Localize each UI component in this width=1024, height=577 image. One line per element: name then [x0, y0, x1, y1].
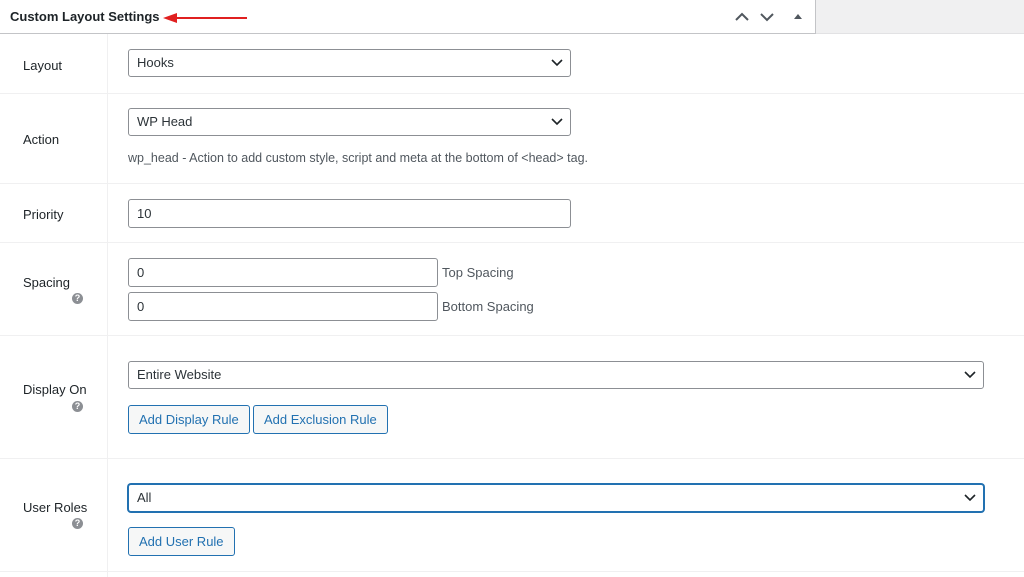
- toggle-panel-button[interactable]: [789, 8, 807, 26]
- help-icon[interactable]: ?: [72, 518, 83, 529]
- layout-select[interactable]: Hooks: [128, 49, 571, 77]
- help-icon[interactable]: ?: [72, 293, 83, 304]
- top-spacing-label: Top Spacing: [442, 265, 514, 280]
- chevron-up-icon: [735, 12, 749, 21]
- action-description: wp_head - Action to add custom style, sc…: [128, 151, 588, 165]
- row-layout: Layout Hooks: [0, 34, 1024, 94]
- top-spacing-value: 0: [137, 265, 145, 280]
- spacing-label: Spacing: [23, 275, 70, 290]
- layout-label: Layout: [23, 58, 63, 73]
- chevron-down-icon: [964, 494, 976, 502]
- action-label: Action: [23, 132, 60, 147]
- row-display-on: Display On ? Entire Website Add Display …: [0, 336, 1024, 459]
- add-display-rule-button[interactable]: Add Display Rule: [128, 405, 250, 434]
- user-roles-value: All: [137, 490, 152, 505]
- bottom-spacing-value: 0: [137, 299, 145, 314]
- layout-select-value: Hooks: [137, 55, 174, 70]
- help-icon[interactable]: ?: [72, 401, 83, 412]
- add-user-rule-button[interactable]: Add User Rule: [128, 527, 235, 556]
- header-gutter: [816, 0, 1024, 34]
- chevron-down-icon: [551, 59, 563, 67]
- chevron-down-icon: [760, 13, 774, 22]
- priority-input[interactable]: 10: [128, 199, 571, 228]
- action-select[interactable]: WP Head: [128, 108, 571, 136]
- user-roles-select[interactable]: All: [128, 484, 984, 512]
- red-arrow-annotation: [163, 13, 247, 23]
- display-on-select[interactable]: Entire Website: [128, 361, 984, 389]
- display-on-label: Display On: [23, 382, 87, 397]
- move-up-button[interactable]: [733, 8, 751, 26]
- bottom-spacing-input[interactable]: 0: [128, 292, 438, 321]
- chevron-down-icon: [551, 118, 563, 126]
- priority-label: Priority: [23, 207, 64, 222]
- panel-header: Custom Layout Settings: [0, 0, 816, 34]
- row-user-roles: User Roles ? All Add User Rule: [0, 459, 1024, 572]
- row-spacing: Spacing ? 0 Top Spacing 0 Bottom Spacing: [0, 243, 1024, 336]
- move-down-button[interactable]: [758, 8, 776, 26]
- action-select-value: WP Head: [137, 114, 193, 129]
- display-on-value: Entire Website: [137, 367, 222, 382]
- triangle-up-icon: [794, 14, 802, 19]
- add-exclusion-rule-button[interactable]: Add Exclusion Rule: [253, 405, 388, 434]
- top-spacing-input[interactable]: 0: [128, 258, 438, 287]
- priority-value: 10: [137, 206, 152, 221]
- user-roles-label: User Roles: [23, 500, 88, 515]
- row-priority: Priority 10: [0, 184, 1024, 243]
- chevron-down-icon: [964, 371, 976, 379]
- panel-title: Custom Layout Settings: [10, 9, 160, 24]
- bottom-spacing-label: Bottom Spacing: [442, 299, 534, 314]
- row-action: Action WP Head wp_head - Action to add c…: [0, 94, 1024, 184]
